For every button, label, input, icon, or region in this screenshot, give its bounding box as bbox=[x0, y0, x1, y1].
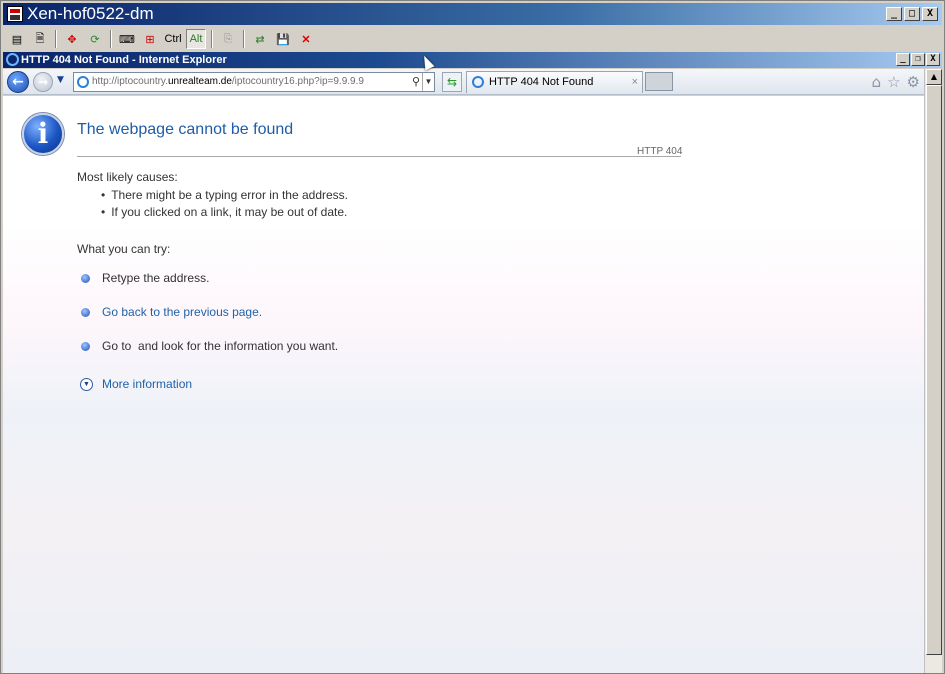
causes-list: There might be a typing error in the add… bbox=[101, 188, 348, 222]
new-tab-button[interactable] bbox=[645, 72, 673, 91]
tab-close-icon[interactable]: × bbox=[632, 72, 638, 92]
causes-heading: Most likely causes: bbox=[77, 170, 178, 184]
tab-http-404[interactable]: HTTP 404 Not Found × bbox=[466, 71, 643, 93]
scroll-thumb[interactable] bbox=[926, 85, 942, 655]
outer-window-controls: _ □ X bbox=[886, 7, 938, 21]
address-bar[interactable]: http://iptocountry.unrealteam.de/iptocou… bbox=[73, 72, 435, 92]
bullet-icon bbox=[81, 308, 90, 317]
windows-key-icon[interactable]: ⊞ bbox=[140, 29, 160, 49]
address-prefix: http://iptocountry. bbox=[92, 76, 168, 87]
bullet-icon bbox=[81, 274, 90, 283]
cause-item: There might be a typing error in the add… bbox=[101, 188, 348, 205]
remote-desktop-window: Xen-hof0522-dm _ □ X ▤ 🗎 ✥ ⟳ ⌨ ⊞ Ctrl Al… bbox=[0, 0, 945, 674]
outer-titlebar[interactable]: Xen-hof0522-dm _ □ X bbox=[3, 3, 942, 25]
favorites-star-icon[interactable]: ☆ bbox=[887, 73, 900, 91]
forward-arrow-icon[interactable]: → bbox=[33, 72, 53, 92]
file-transfer-icon[interactable]: ⇄ bbox=[250, 29, 270, 49]
ctrl-key-button[interactable]: Ctrl bbox=[163, 29, 183, 49]
ie-close-button[interactable]: X bbox=[926, 53, 940, 66]
bullet-icon bbox=[81, 342, 90, 351]
disconnect-icon[interactable]: ✕ bbox=[296, 29, 316, 49]
address-path: /iptocountry16.php?ip=9.9.9.9 bbox=[231, 76, 364, 87]
info-icon: i bbox=[22, 113, 64, 155]
ie-navigation-bar: ← → ▼ http://iptocountry.unrealteam.de/i… bbox=[3, 69, 924, 95]
ie-minimize-button[interactable]: _ bbox=[896, 53, 910, 66]
ie-command-icons: ⌂ ☆ ⚙ bbox=[872, 73, 920, 91]
toolbar-separator bbox=[243, 30, 245, 48]
more-information-link[interactable]: More information bbox=[102, 377, 192, 391]
try-item-text: Retype the address. bbox=[102, 271, 210, 285]
tab-ie-icon bbox=[472, 76, 484, 88]
toolbar-separator bbox=[211, 30, 213, 48]
ie-restore-button[interactable]: ❐ bbox=[911, 53, 925, 66]
page-title: The webpage cannot be found bbox=[77, 121, 294, 138]
remote-toolbar: ▤ 🗎 ✥ ⟳ ⌨ ⊞ Ctrl Alt ⎘ ⇄ 💾 ✕ bbox=[3, 27, 942, 51]
outer-window-title: Xen-hof0522-dm bbox=[27, 4, 154, 23]
ie-logo-icon bbox=[6, 53, 19, 66]
vertical-scrollbar[interactable]: ▲ bbox=[924, 69, 942, 673]
refresh-screen-icon[interactable]: ⟳ bbox=[85, 29, 105, 49]
search-icon[interactable]: ⚲ bbox=[412, 73, 420, 91]
try-heading: What you can try: bbox=[77, 242, 171, 256]
alt-key-button[interactable]: Alt bbox=[186, 29, 206, 49]
go-back-link[interactable]: Go back to the previous page. bbox=[102, 305, 262, 319]
clipboard-icon[interactable]: ⎘ bbox=[218, 29, 238, 49]
app-icon bbox=[7, 6, 23, 22]
scroll-up-button[interactable]: ▲ bbox=[926, 69, 942, 85]
save-icon[interactable]: 💾 bbox=[273, 29, 293, 49]
home-icon[interactable]: ⌂ bbox=[872, 73, 882, 91]
minimize-button[interactable]: _ bbox=[886, 7, 902, 21]
toolbar-separator bbox=[110, 30, 112, 48]
ie-window-controls: _ ❐ X bbox=[896, 53, 940, 66]
try-item-text: Go to and look for the information you w… bbox=[102, 339, 339, 353]
fullscreen-icon[interactable]: ✥ bbox=[62, 29, 82, 49]
toolbar-separator bbox=[55, 30, 57, 48]
refresh-icon[interactable]: ⇆ bbox=[442, 72, 462, 92]
ie-titlebar[interactable]: HTTP 404 Not Found - Internet Explorer _… bbox=[3, 52, 942, 68]
tools-gear-icon[interactable]: ⚙ bbox=[907, 73, 920, 91]
page-ie-icon bbox=[77, 76, 89, 88]
address-domain: unrealteam.de bbox=[167, 76, 232, 87]
info-doc-icon[interactable]: 🗎 bbox=[30, 29, 50, 49]
back-arrow-icon[interactable]: ← bbox=[7, 71, 29, 93]
address-dropdown-icon[interactable]: ▼ bbox=[422, 73, 434, 91]
scroll-down-area[interactable] bbox=[926, 657, 942, 673]
cause-item: If you clicked on a link, it may be out … bbox=[101, 205, 348, 222]
ie-window-title: HTTP 404 Not Found - Internet Explorer bbox=[21, 54, 227, 66]
title-divider bbox=[77, 156, 681, 157]
history-dropdown-icon[interactable]: ▼ bbox=[57, 75, 64, 85]
maximize-button[interactable]: □ bbox=[904, 7, 920, 21]
tab-title: HTTP 404 Not Found bbox=[489, 76, 594, 88]
ctrl-alt-del-icon[interactable]: ⌨ bbox=[117, 29, 137, 49]
page-content: i The webpage cannot be found HTTP 404 M… bbox=[3, 96, 924, 673]
properties-icon[interactable]: ▤ bbox=[7, 29, 27, 49]
expand-chevron-icon[interactable]: ▼ bbox=[80, 378, 93, 391]
close-button[interactable]: X bbox=[922, 7, 938, 21]
